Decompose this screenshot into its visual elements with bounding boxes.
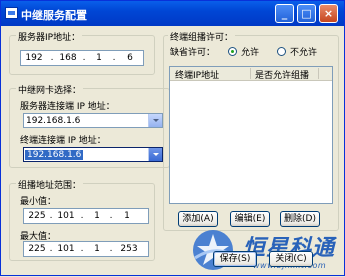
- deny-radio-label[interactable]: 不允许: [290, 45, 317, 58]
- maximize-button[interactable]: □: [297, 4, 316, 23]
- ip-octet: 192: [25, 53, 43, 63]
- column-divider[interactable]: [318, 68, 319, 79]
- ip-dot: .: [82, 53, 86, 63]
- terminal-permit-group: 终端组播许可： 缺省许可： 允许 不允许 终端IP地址 是否允许组播 添加(A)…: [163, 30, 339, 231]
- ip-octet: 1: [96, 53, 102, 63]
- save-button[interactable]: 保存(S): [213, 251, 257, 267]
- server-ip-group: 服务器IP地址： 192 . 168 . 1 . 6: [9, 30, 155, 75]
- ip-octet: 225: [28, 244, 46, 254]
- ip-octet: 1: [124, 211, 130, 221]
- nic-selection-group: 中继网卡选择： 服务器连接端 IP 地址： 192.168.1.6 终端连接端 …: [9, 83, 170, 168]
- min-value-label: 最小值：: [20, 197, 57, 207]
- minimize-icon: _: [281, 7, 288, 20]
- ip-dot: .: [112, 53, 116, 63]
- default-permit-label: 缺省许可：: [170, 48, 216, 58]
- add-button[interactable]: 添加(A): [178, 211, 218, 227]
- dialog-window: 中继服务配置 _ □ × 服务器IP地址： 192 . 168 . 1 . 6 …: [0, 0, 345, 276]
- server-side-ip-select[interactable]: 192.168.1.6: [23, 113, 163, 128]
- ip-dot: .: [49, 244, 53, 254]
- ip-dot: .: [109, 211, 113, 221]
- ip-octet: 101: [57, 211, 75, 221]
- ip-octet: 1: [94, 211, 100, 221]
- server-side-ip-value: 192.168.1.6: [26, 116, 81, 126]
- terminal-list[interactable]: 终端IP地址 是否允许组播: [169, 66, 333, 204]
- multicast-range-group: 组播地址范围： 最小值： 225 . 101 . 1 . 1 最大值： 225 …: [9, 178, 155, 261]
- minimize-button[interactable]: _: [275, 4, 294, 23]
- ip-octet: 6: [127, 53, 133, 63]
- allow-radio-label[interactable]: 允许: [241, 45, 259, 58]
- terminal-side-ip-label: 终端连接端 IP 地址：: [20, 136, 106, 146]
- chevron-down-icon[interactable]: [148, 114, 162, 127]
- close-window-button[interactable]: ×: [319, 4, 338, 23]
- allow-radio[interactable]: [228, 47, 237, 56]
- app-icon: [5, 7, 18, 19]
- ip-dot: .: [80, 244, 84, 254]
- list-header: 终端IP地址 是否允许组播: [170, 67, 332, 81]
- ip-dot: .: [109, 244, 113, 254]
- server-side-ip-label: 服务器连接端 IP 地址：: [20, 102, 115, 112]
- deny-radio[interactable]: [277, 47, 286, 56]
- terminal-side-ip-select[interactable]: 192.168.1.6: [23, 147, 163, 162]
- maximize-icon: □: [301, 7, 312, 20]
- column-divider[interactable]: [250, 68, 251, 79]
- ip-octet: 1: [94, 244, 100, 254]
- close-icon: ×: [323, 7, 334, 20]
- ip-dot: .: [50, 53, 54, 63]
- min-address-input[interactable]: 225 . 101 . 1 . 1: [23, 208, 149, 224]
- multicast-range-label: 组播地址范围：: [16, 178, 84, 191]
- ip-octet: 253: [120, 244, 138, 254]
- delete-button[interactable]: 删除(D): [280, 211, 320, 227]
- column-header-allow-multicast[interactable]: 是否允许组播: [255, 68, 309, 81]
- close-button[interactable]: 关闭(C): [269, 251, 313, 267]
- ip-octet: 168: [59, 53, 77, 63]
- nic-group-label: 中继网卡选择：: [16, 83, 84, 96]
- ip-dot: .: [80, 211, 84, 221]
- terminal-permit-label: 终端组播许可：: [168, 30, 236, 43]
- chevron-down-icon[interactable]: [148, 148, 162, 161]
- window-title: 中继服务配置: [21, 9, 87, 22]
- ip-octet: 225: [28, 211, 46, 221]
- max-address-input[interactable]: 225 . 101 . 1 . 253: [23, 241, 149, 257]
- ip-dot: .: [49, 211, 53, 221]
- server-ip-label: 服务器IP地址：: [16, 30, 83, 43]
- ip-octet: 101: [57, 244, 75, 254]
- edit-button[interactable]: 编辑(E): [230, 211, 270, 227]
- column-header-terminal-ip[interactable]: 终端IP地址: [175, 68, 219, 81]
- server-ip-input[interactable]: 192 . 168 . 1 . 6: [20, 50, 144, 66]
- terminal-side-ip-value: 192.168.1.6: [25, 150, 84, 160]
- title-bar[interactable]: 中继服务配置 _ □ ×: [1, 1, 344, 26]
